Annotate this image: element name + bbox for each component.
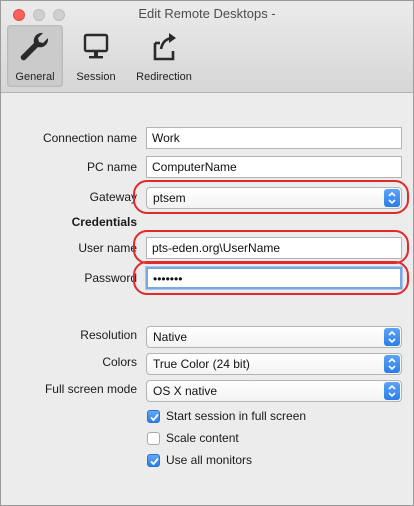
pc-name-input[interactable]: [146, 156, 402, 178]
general-settings-panel: Connection name PC name Gateway ptsem Cr…: [1, 93, 413, 505]
connection-name-input[interactable]: [146, 127, 402, 149]
password-input[interactable]: •••••••: [146, 267, 402, 289]
scale-content-checkbox[interactable]: [147, 432, 160, 445]
start-full-screen-label: Start session in full screen: [166, 409, 307, 423]
wrench-icon: [7, 29, 63, 65]
pc-name-label: PC name: [86, 160, 137, 174]
connection-name-label: Connection name: [42, 131, 137, 145]
tab-redirection[interactable]: Redirection: [129, 25, 199, 87]
tab-general-label: General: [15, 71, 55, 83]
password-label: Password: [84, 271, 137, 285]
scale-content-label: Scale content: [166, 431, 239, 445]
gateway-value: ptsem: [153, 191, 186, 205]
colors-select[interactable]: True Color (24 bit): [146, 353, 402, 375]
full-screen-mode-select[interactable]: OS X native: [146, 380, 402, 402]
resolution-select[interactable]: Native: [146, 326, 402, 348]
updown-arrows-icon: [384, 355, 400, 373]
use-all-monitors-label: Use all monitors: [166, 453, 253, 467]
use-all-monitors-checkbox[interactable]: [147, 454, 160, 467]
tab-session[interactable]: Session: [65, 25, 127, 87]
window-title: Edit Remote Desktops -: [138, 6, 276, 21]
updown-arrows-icon: [384, 189, 400, 207]
credentials-heading: Credentials: [71, 215, 137, 229]
colors-label: Colors: [102, 355, 137, 369]
colors-value: True Color (24 bit): [153, 357, 250, 371]
updown-arrows-icon: [384, 382, 400, 400]
resolution-value: Native: [153, 330, 188, 344]
toolbar: Edit Remote Desktops - General Session R…: [1, 1, 413, 93]
updown-arrows-icon: [384, 328, 400, 346]
full-screen-mode-label: Full screen mode: [44, 382, 137, 396]
full-screen-mode-value: OS X native: [153, 384, 218, 398]
password-value: •••••••: [153, 272, 183, 286]
gateway-label: Gateway: [89, 190, 137, 204]
tab-redirection-label: Redirection: [136, 71, 192, 83]
tab-general[interactable]: General: [7, 25, 63, 87]
export-icon: [129, 29, 199, 65]
user-name-input[interactable]: [146, 237, 402, 259]
resolution-label: Resolution: [80, 328, 137, 342]
tab-session-label: Session: [76, 71, 116, 83]
edit-remote-desktops-window: Edit Remote Desktops - General Session R…: [0, 0, 414, 506]
gateway-select[interactable]: ptsem: [146, 187, 402, 209]
monitor-icon: [65, 29, 127, 65]
user-name-label: User name: [78, 241, 137, 255]
start-full-screen-checkbox[interactable]: [147, 410, 160, 423]
